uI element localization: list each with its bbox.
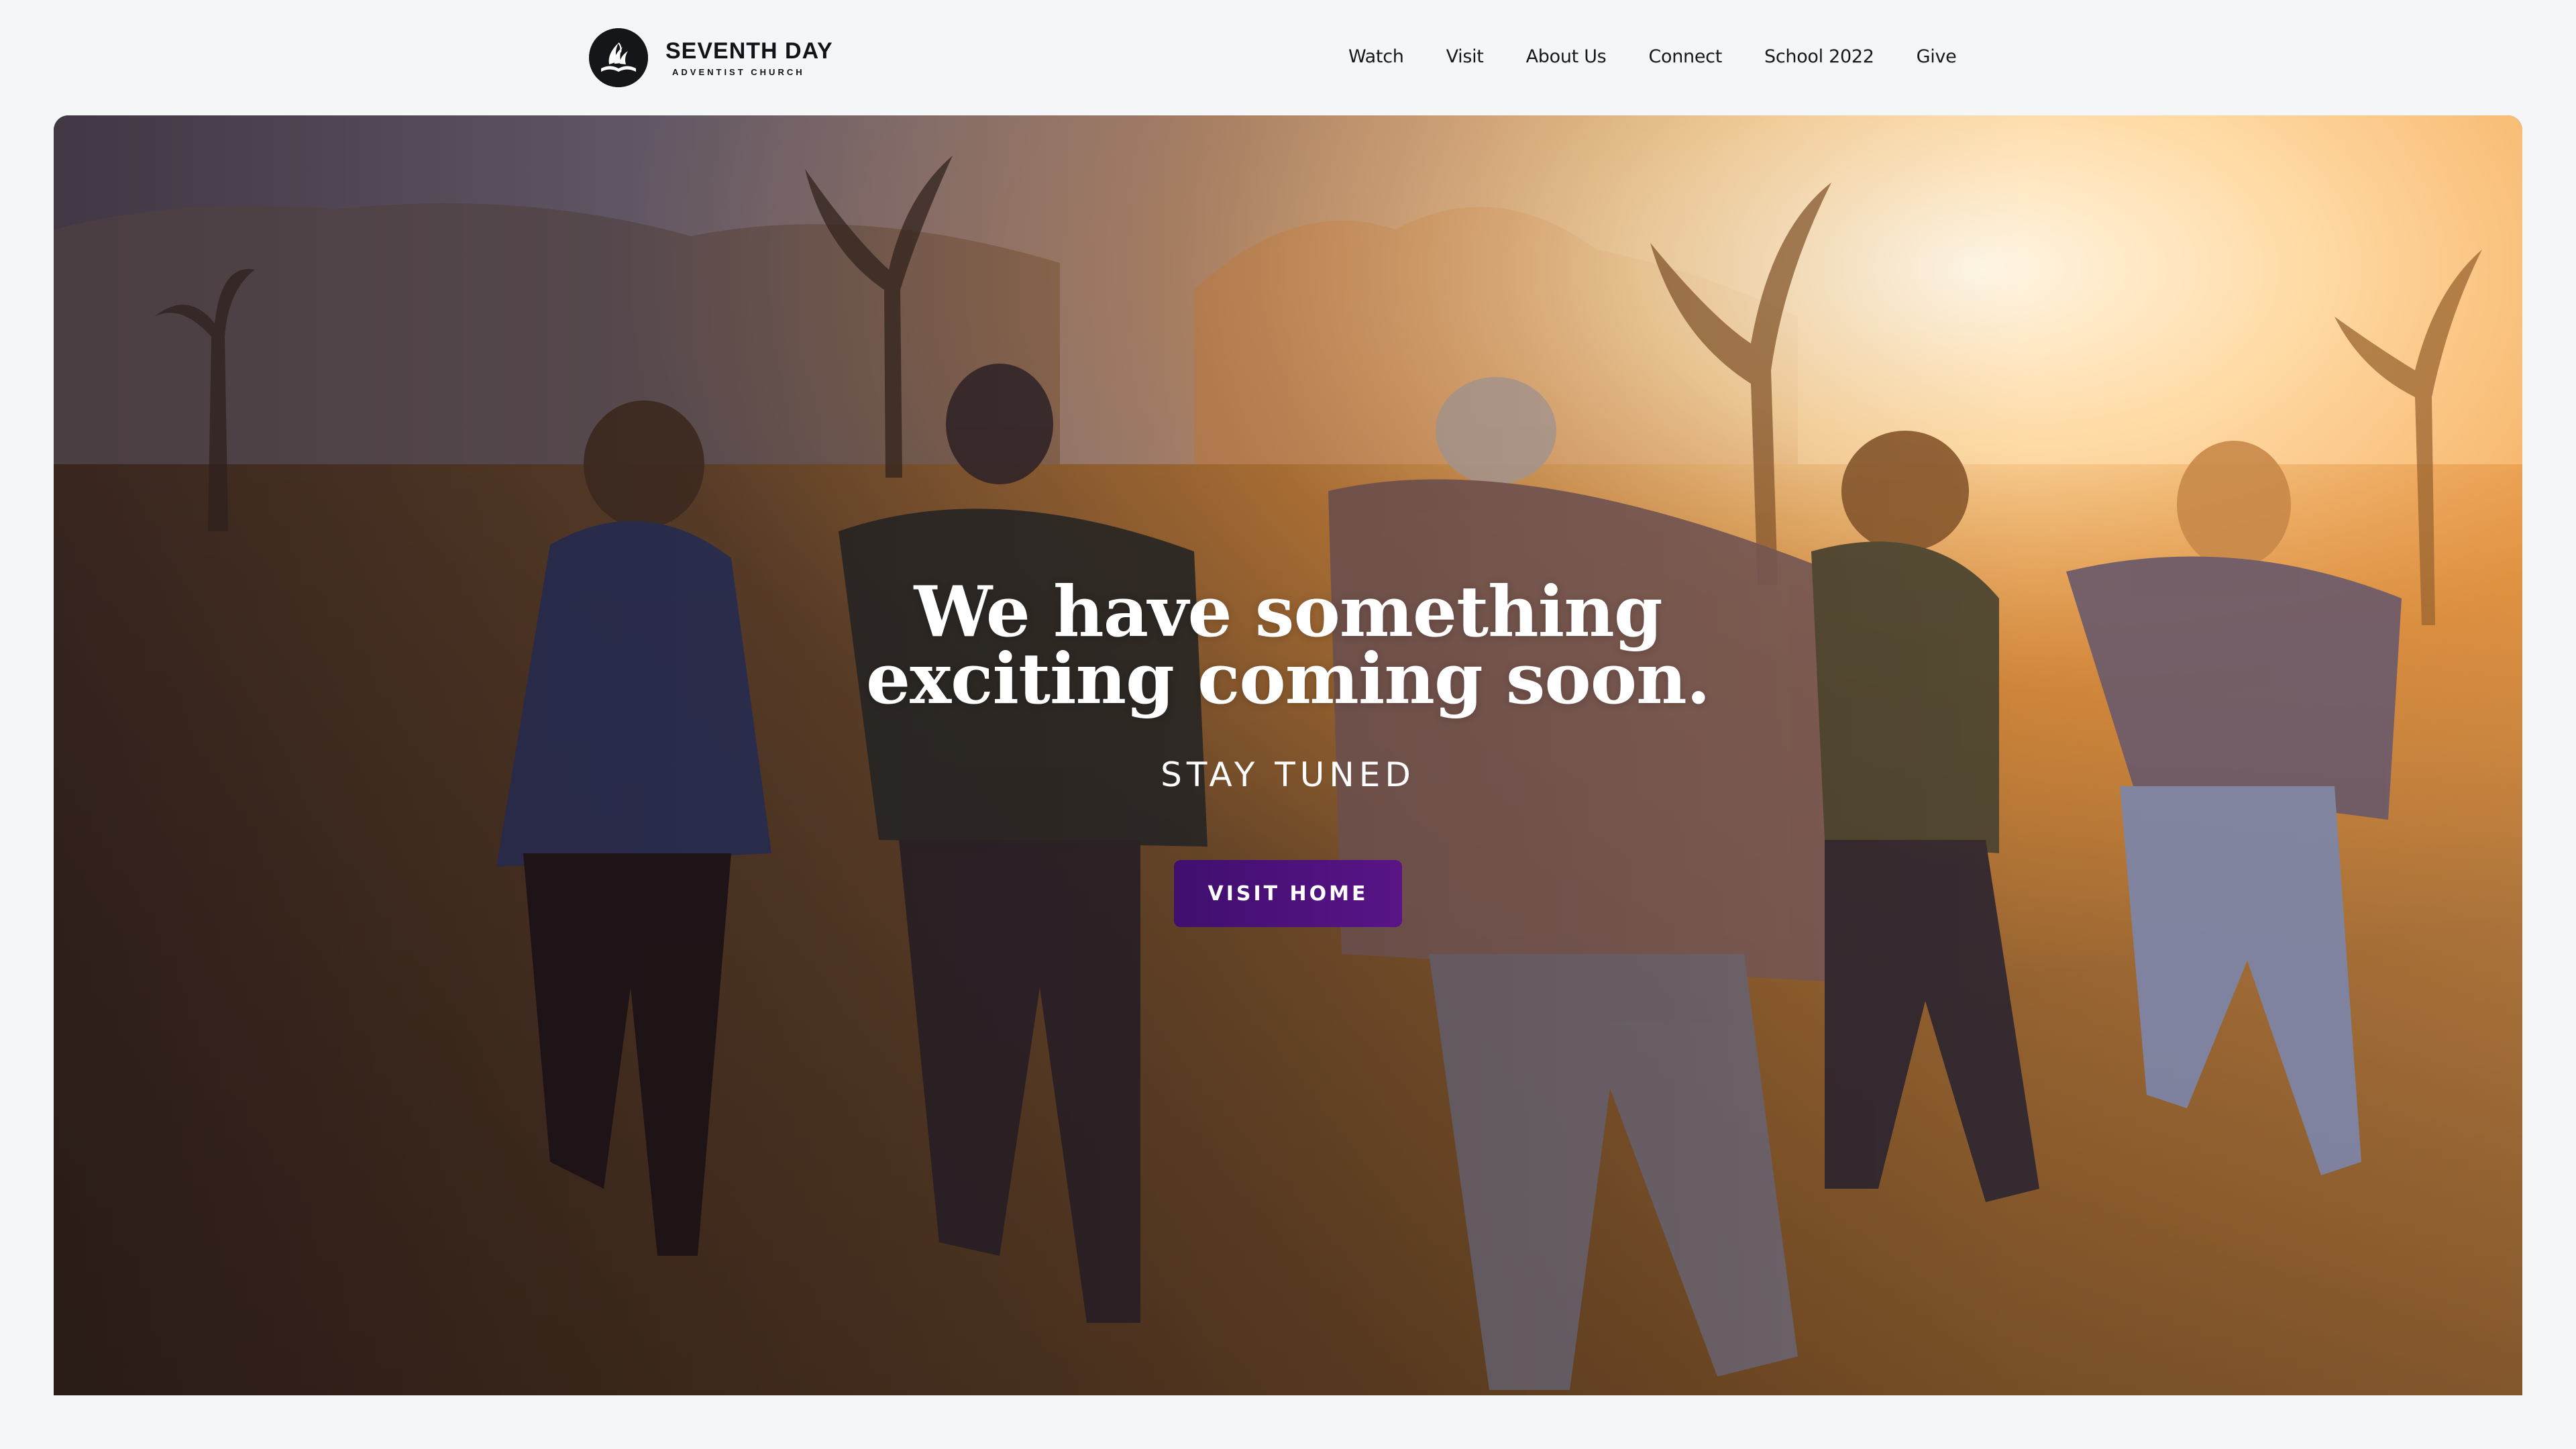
hero-headline-line-2: exciting coming soon.	[866, 637, 1711, 720]
brand-text: SEVENTH DAY ADVENTIST CHURCH	[665, 39, 833, 77]
nav-link-give[interactable]: Give	[1917, 46, 1957, 67]
brand-subtitle: ADVENTIST CHURCH	[672, 66, 805, 77]
hero-subheadline: STAY TUNED	[1161, 755, 1415, 794]
hero-headline-line-1: We have something	[914, 570, 1662, 653]
main-nav: Watch Visit About Us Connect School 2022…	[1348, 42, 1957, 71]
hero-section: We have something exciting coming soon. …	[54, 115, 2522, 1395]
visit-home-button[interactable]: VISIT HOME	[1174, 860, 1402, 927]
nav-link-connect[interactable]: Connect	[1648, 46, 1722, 67]
hero-headline: We have something exciting coming soon.	[54, 570, 2522, 720]
nav-link-visit[interactable]: Visit	[1446, 46, 1484, 67]
brand-logo-link[interactable]: SEVENTH DAY ADVENTIST CHURCH	[589, 27, 833, 89]
site-header: SEVENTH DAY ADVENTIST CHURCH Watch Visit…	[0, 0, 2576, 115]
nav-link-school-2022[interactable]: School 2022	[1764, 46, 1874, 67]
nav-link-about-us[interactable]: About Us	[1526, 46, 1607, 67]
hero-content: We have something exciting coming soon. …	[54, 115, 2522, 1395]
adventist-logo-icon	[589, 28, 648, 87]
brand-title: SEVENTH DAY	[665, 38, 833, 64]
nav-link-watch[interactable]: Watch	[1348, 46, 1404, 67]
